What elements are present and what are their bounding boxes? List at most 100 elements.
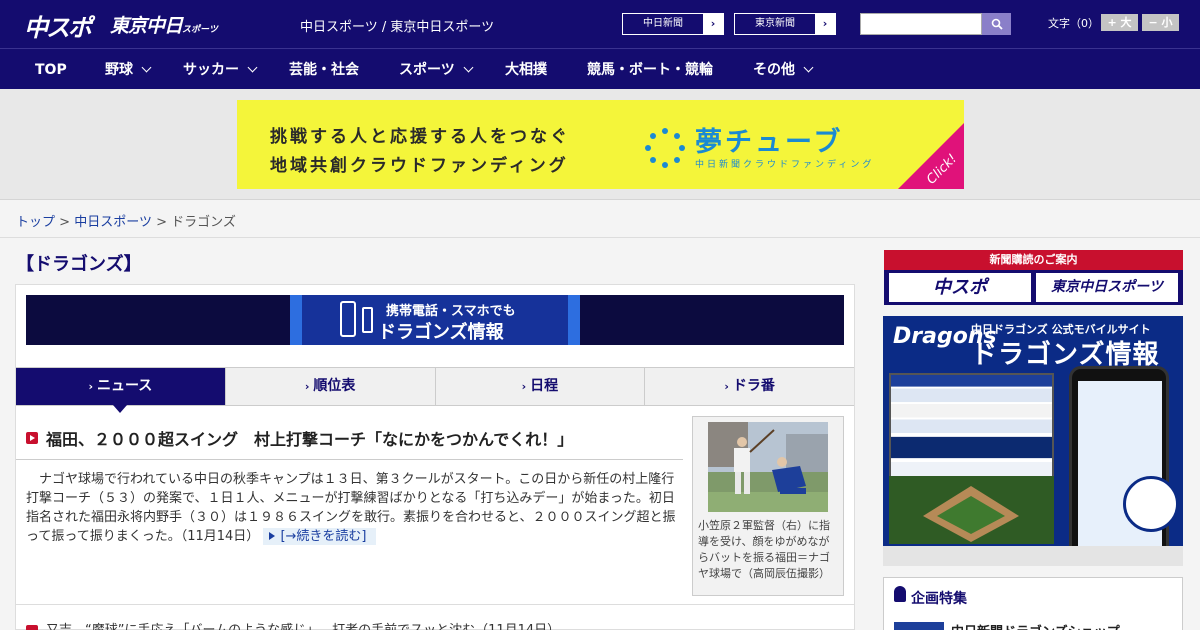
tab-beat-reporter[interactable]: › ドラ番 <box>645 368 854 405</box>
mobile-banner-panel: 携帯電話・スマホでも ドラゴンズ情報 <box>290 295 580 345</box>
mobile-info-banner[interactable]: 携帯電話・スマホでも ドラゴンズ情報 <box>26 295 844 345</box>
nav-label: サッカー <box>183 61 239 78</box>
content-tabs: › ニュース › 順位表 › 日程 › ドラ番 <box>16 367 854 413</box>
article-date: （11月14日） <box>180 529 260 544</box>
nav-item-top[interactable]: TOP <box>35 49 67 90</box>
dragons-mobile-ad[interactable]: Dragons 中日ドラゴンズ 公式モバイルサイト ドラゴンズ情報 <box>883 316 1183 566</box>
nav-item-entertainment[interactable]: 芸能・社会 <box>289 49 359 90</box>
breadcrumb-separator: > <box>156 215 167 230</box>
nav-item-sumo[interactable]: 大相撲 <box>505 49 547 90</box>
nav-label: 大相撲 <box>505 61 547 78</box>
nav-label: 芸能・社会 <box>289 61 359 78</box>
breadcrumb: トップ > 中日スポーツ > ドラゴンズ <box>0 200 1200 238</box>
breadcrumb-link-chuspo[interactable]: 中日スポーツ <box>74 215 152 230</box>
font-size-label: 文字（0） <box>1048 17 1099 30</box>
divider <box>16 459 683 460</box>
breadcrumb-separator: > <box>59 215 71 230</box>
tab-label: ニュース <box>96 378 153 394</box>
feature-title: 企画特集 <box>911 591 967 607</box>
nav-item-baseball[interactable]: 野球 <box>105 49 152 90</box>
baseball-field-graphic <box>889 476 1054 544</box>
play-bullet-icon <box>26 625 38 630</box>
ad-brand-sub: 中日新聞クラウドファンディング <box>695 160 875 170</box>
nav-label: その他 <box>753 61 795 78</box>
read-more-label: [→続きを読む] <box>280 529 367 544</box>
font-bigger-button[interactable]: + 大 <box>1101 14 1138 31</box>
mascot-icon <box>1123 476 1179 532</box>
chevron-down-icon <box>141 62 152 73</box>
crowdfunding-ad-banner[interactable]: 挑戦する人と応援する人をつなぐ 地域共創クラウドファンディング 夢チューブ 中日… <box>237 100 964 189</box>
subscribe-chuspo-button[interactable]: 中スポ <box>889 273 1031 302</box>
ribbon-icon <box>894 586 906 602</box>
site-title[interactable]: 中日スポーツ / 東京中日スポーツ <box>300 16 494 35</box>
main-nav: TOP 野球 サッカー 芸能・社会 スポーツ 大相撲 競馬・ボート・競輪 その他 <box>0 48 1200 89</box>
nav-item-sports[interactable]: スポーツ <box>399 49 474 90</box>
chevron-right-icon: › <box>703 14 723 34</box>
top-story-headline[interactable]: 福田、２０００超スイング 村上打撃コーチ「なにかをつかんでくれ！」 <box>46 426 573 450</box>
chevron-down-icon <box>803 62 814 73</box>
nav-item-soccer[interactable]: サッカー <box>183 49 258 90</box>
ad-line-1: 挑戦する人と応援する人をつなぐ <box>270 127 570 147</box>
story-photo[interactable] <box>708 422 828 512</box>
feature-item[interactable]: 中日新聞ドラゴンズショップ <box>951 621 1120 630</box>
chevron-right-icon: › <box>724 380 729 393</box>
nav-label: 競馬・ボート・競輪 <box>587 61 713 78</box>
top-header: 中スポ 東京中日スポーツ 中日スポーツ / 東京中日スポーツ 中日新聞 › 東京… <box>0 0 1200 48</box>
subscription-box: 新聞購読のご案内 中スポ 東京中日スポーツ <box>884 250 1183 305</box>
top-story-body: ナゴヤ球場で行われている中日の秋季キャンプは１３日、第３クールがスタート。この日… <box>26 470 676 546</box>
divider <box>16 604 854 605</box>
ext-link-label: 中日新聞 <box>643 18 683 29</box>
tab-schedule[interactable]: › 日程 <box>435 368 646 405</box>
font-smaller-button[interactable]: − 小 <box>1142 14 1179 31</box>
tab-news[interactable]: › ニュース <box>16 368 226 413</box>
shop-thumbnail[interactable] <box>894 622 944 630</box>
chevron-down-icon <box>247 62 258 73</box>
ext-link-label: 東京新聞 <box>755 18 795 29</box>
page-title: 【ドラゴンズ】 <box>16 254 142 275</box>
breadcrumb-link-top[interactable]: トップ <box>16 215 55 230</box>
nav-label: スポーツ <box>399 61 455 78</box>
ad-footer-strip <box>883 546 1183 566</box>
smartphone-icon <box>340 301 356 337</box>
chevron-right-icon: › <box>88 380 93 393</box>
chevron-right-icon: › <box>304 380 310 393</box>
subscribe-tokyo-button[interactable]: 東京中日スポーツ <box>1036 273 1178 302</box>
read-more-link[interactable]: [→続きを読む] <box>263 528 377 545</box>
mobile-phone-icon <box>362 307 373 333</box>
story-photo-box: 小笠原２軍監督（右）に指導を受け、顔をゆがめながらバットを振る福田＝ナゴヤ球場で… <box>692 416 844 596</box>
chevron-right-icon: › <box>521 380 527 393</box>
ad-band: 挑戦する人と応援する人をつなぐ 地域共創クラウドファンディング 夢チューブ 中日… <box>0 89 1200 200</box>
search-input[interactable] <box>860 13 982 35</box>
nav-item-racing[interactable]: 競馬・ボート・競輪 <box>587 49 713 90</box>
chevron-down-icon <box>463 62 474 73</box>
search-icon <box>991 18 1003 30</box>
nav-label: 野球 <box>105 61 133 78</box>
tokyo-logo-text: 東京中日 <box>110 15 183 37</box>
chunichi-shimbun-link[interactable]: 中日新聞 › <box>622 13 724 35</box>
scoreboard-graphic <box>889 373 1054 493</box>
tab-label: 順位表 <box>313 378 356 394</box>
breadcrumb-current: ドラゴンズ <box>171 215 236 230</box>
mobile-banner-line-2: ドラゴンズ情報 <box>378 322 504 343</box>
play-bullet-icon <box>26 432 38 444</box>
main-content: 携帯電話・スマホでも ドラゴンズ情報 › ニュース › 順位表 › 日程 › ドラ番 福… <box>15 284 855 630</box>
feature-box: 企画特集 中日新聞ドラゴンズショップ <box>883 577 1183 630</box>
play-triangle-icon <box>269 532 276 540</box>
mobile-banner-line-1: 携帯電話・スマホでも <box>386 304 516 319</box>
nav-item-other[interactable]: その他 <box>753 49 814 90</box>
list-item[interactable]: 又吉、“魔球”に手応え「バームのような感じ」…打者の手前でスッと沈む（11月14… <box>46 619 560 630</box>
tokyo-logo-suffix: スポーツ <box>182 25 218 35</box>
nav-label: TOP <box>35 61 67 78</box>
tab-label: 日程 <box>530 378 559 394</box>
tokyo-shimbun-link[interactable]: 東京新聞 › <box>734 13 836 35</box>
search-button[interactable] <box>982 13 1011 35</box>
chevron-right-icon: › <box>815 14 835 34</box>
subscription-heading[interactable]: 新聞購読のご案内 <box>884 250 1183 270</box>
chuspo-logo[interactable]: 中スポ <box>24 8 92 43</box>
ad-line-2: 地域共創クラウドファンディング <box>270 156 569 176</box>
tab-label: ドラ番 <box>732 378 775 394</box>
dots-ring-icon <box>645 128 685 168</box>
photo-caption: 小笠原２軍監督（右）に指導を受け、顔をゆがめながらバットを振る福田＝ナゴヤ球場で… <box>698 519 830 580</box>
tab-standings[interactable]: › 順位表 <box>225 368 436 405</box>
tokyo-chunichi-logo[interactable]: 東京中日スポーツ <box>110 11 218 38</box>
